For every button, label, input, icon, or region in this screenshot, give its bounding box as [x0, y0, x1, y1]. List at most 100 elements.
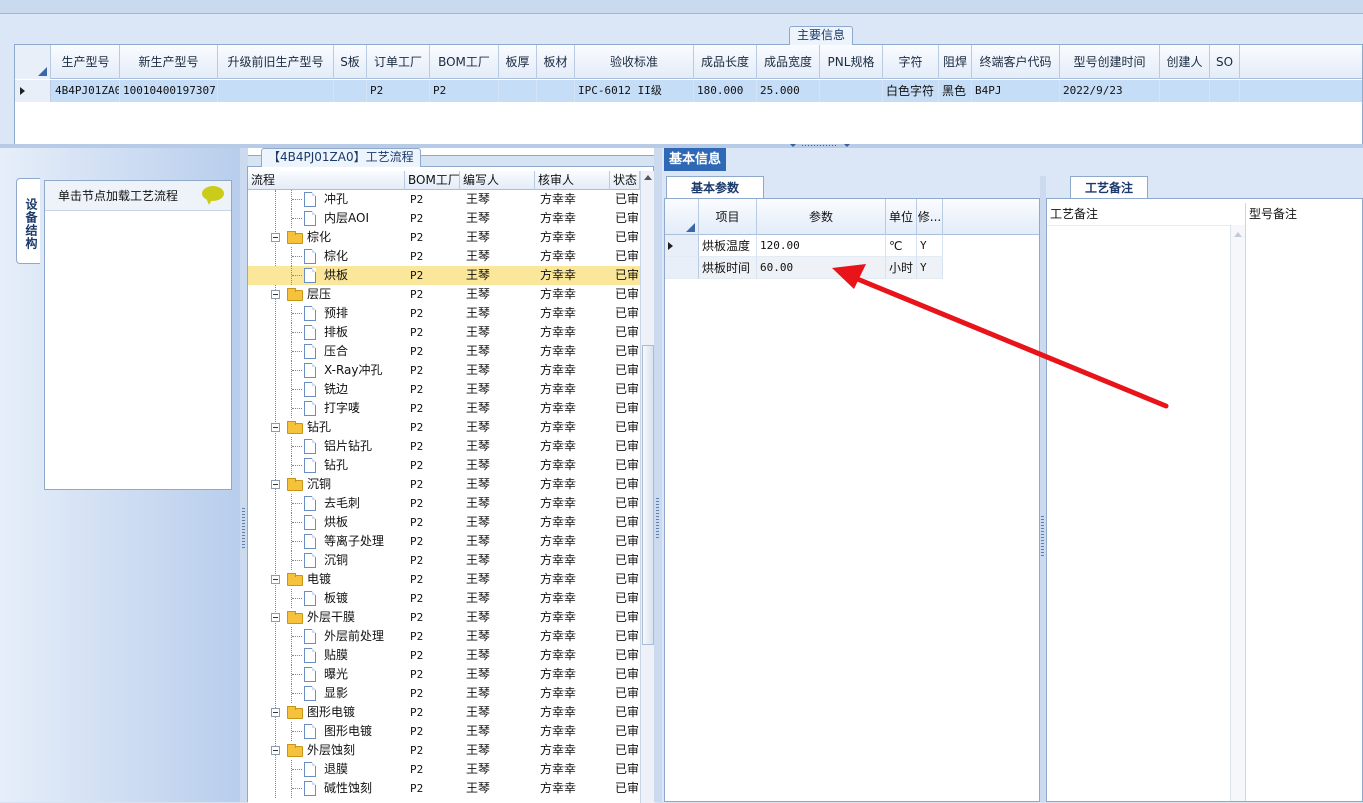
tree-node-label[interactable]: 打字唛: [324, 399, 405, 418]
column-header[interactable]: SO: [1210, 45, 1240, 79]
table-row[interactable]: 电镀 P2 王琴 方幸幸 已审: [248, 570, 640, 589]
collapse-icon[interactable]: [271, 290, 280, 299]
column-header[interactable]: 流程: [248, 171, 405, 190]
column-header[interactable]: 升级前旧生产型号: [218, 45, 334, 79]
collapse-icon[interactable]: [271, 746, 280, 755]
basic-info-tab[interactable]: 基本信息: [664, 148, 727, 171]
tree-node-label[interactable]: 图形电镀: [307, 703, 405, 722]
column-header[interactable]: PNL规格: [820, 45, 883, 79]
tree-node-label[interactable]: 碱性蚀刻: [324, 779, 405, 798]
device-structure-tab[interactable]: 设备结构: [16, 178, 40, 264]
column-header[interactable]: BOM工厂: [405, 171, 460, 190]
table-row[interactable]: 排板 P2 王琴 方幸幸 已审: [248, 323, 640, 342]
process-notes-tab[interactable]: 工艺备注: [1070, 176, 1148, 198]
column-header[interactable]: 阻焊: [939, 45, 972, 79]
process-flow-tab[interactable]: 【4B4PJ01ZA0】工艺流程: [261, 148, 421, 167]
row-indicator[interactable]: [665, 257, 699, 279]
middle-vertical-splitter[interactable]: [654, 148, 662, 802]
tree-node-label[interactable]: 棕化: [324, 247, 405, 266]
column-header[interactable]: 订单工厂: [367, 45, 430, 79]
table-row[interactable]: 冲孔 P2 王琴 方幸幸 已审: [248, 190, 640, 209]
table-row[interactable]: 烘板 P2 王琴 方幸幸 已审: [248, 266, 640, 285]
column-header[interactable]: S板: [334, 45, 367, 79]
tree-node-label[interactable]: 曝光: [324, 665, 405, 684]
basic-params-tab[interactable]: 基本参数: [666, 176, 764, 198]
table-row[interactable]: 外层干膜 P2 王琴 方幸幸 已审: [248, 608, 640, 627]
row-indicator[interactable]: [665, 235, 699, 257]
column-header[interactable]: 参数: [757, 199, 886, 235]
table-row[interactable]: 曝光 P2 王琴 方幸幸 已审: [248, 665, 640, 684]
tree-node-label[interactable]: 图形电镀: [324, 722, 405, 741]
table-row[interactable]: 图形电镀 P2 王琴 方幸幸 已审: [248, 703, 640, 722]
table-row[interactable]: 烘板 P2 王琴 方幸幸 已审: [248, 513, 640, 532]
column-header[interactable]: 终端客户代码: [972, 45, 1060, 79]
tree-node-label[interactable]: 等离子处理: [324, 532, 405, 551]
column-header[interactable]: 验收标准: [575, 45, 694, 79]
tree-node-label[interactable]: 外层前处理: [324, 627, 405, 646]
table-row[interactable]: 烘板时间 60.00 小时 Y: [665, 257, 1039, 279]
column-header[interactable]: 型号创建时间: [1060, 45, 1160, 79]
grid-corner-selector[interactable]: [15, 45, 51, 79]
table-row[interactable]: 钻孔 P2 王琴 方幸幸 已审: [248, 418, 640, 437]
table-row[interactable]: 图形电镀 P2 王琴 方幸幸 已审: [248, 722, 640, 741]
tree-node-label[interactable]: 钻孔: [324, 456, 405, 475]
table-row[interactable]: 铣边 P2 王琴 方幸幸 已审: [248, 380, 640, 399]
tree-node-label[interactable]: 电镀: [307, 570, 405, 589]
column-header[interactable]: 成品长度: [694, 45, 757, 79]
param-value-cell[interactable]: 60.00: [757, 257, 886, 279]
collapse-icon[interactable]: [271, 480, 280, 489]
tree-node-label[interactable]: 压合: [324, 342, 405, 361]
table-row[interactable]: 打字唛 P2 王琴 方幸幸 已审: [248, 399, 640, 418]
tree-node-label[interactable]: 显影: [324, 684, 405, 703]
param-value-cell[interactable]: 120.00: [757, 235, 886, 257]
table-row[interactable]: 钻孔 P2 王琴 方幸幸 已审: [248, 456, 640, 475]
tree-node-label[interactable]: 退膜: [324, 760, 405, 779]
process-tree-scrollbar[interactable]: [640, 171, 655, 803]
table-row[interactable]: 显影 P2 王琴 方幸幸 已审: [248, 684, 640, 703]
tree-node-label[interactable]: 内层AOI: [324, 209, 405, 228]
table-row[interactable]: 外层前处理 P2 王琴 方幸幸 已审: [248, 627, 640, 646]
table-row[interactable]: 等离子处理 P2 王琴 方幸幸 已审: [248, 532, 640, 551]
tree-node-label[interactable]: 外层干膜: [307, 608, 405, 627]
table-row[interactable]: 铝片钻孔 P2 王琴 方幸幸 已审: [248, 437, 640, 456]
collapse-icon[interactable]: [271, 708, 280, 717]
table-row[interactable]: 内层AOI P2 王琴 方幸幸 已审: [248, 209, 640, 228]
table-row[interactable]: 沉铜 P2 王琴 方幸幸 已审: [248, 551, 640, 570]
tree-node-label[interactable]: X-Ray冲孔: [324, 361, 405, 380]
table-row[interactable]: 压合 P2 王琴 方幸幸 已审: [248, 342, 640, 361]
column-header[interactable]: 板材: [537, 45, 575, 79]
tree-node-label[interactable]: 烘板: [324, 513, 405, 532]
scrollbar-thumb[interactable]: [642, 345, 654, 645]
column-header[interactable]: 字符: [883, 45, 939, 79]
tree-node-label[interactable]: 预排: [324, 304, 405, 323]
tree-node-label[interactable]: 棕化: [307, 228, 405, 247]
table-row[interactable]: 棕化 P2 王琴 方幸幸 已审: [248, 228, 640, 247]
main-info-tab[interactable]: 主要信息: [789, 26, 854, 45]
table-row[interactable]: 棕化 P2 王琴 方幸幸 已审: [248, 247, 640, 266]
column-header[interactable]: 新生产型号: [120, 45, 218, 79]
table-row[interactable]: 贴膜 P2 王琴 方幸幸 已审: [248, 646, 640, 665]
column-header[interactable]: BOM工厂: [430, 45, 499, 79]
grid-corner-selector[interactable]: [665, 199, 699, 235]
tree-node-label[interactable]: 冲孔: [324, 190, 405, 209]
collapse-icon[interactable]: [271, 613, 280, 622]
collapse-icon[interactable]: [271, 423, 280, 432]
tree-node-label[interactable]: 沉铜: [324, 551, 405, 570]
table-row[interactable]: 外层蚀刻 P2 王琴 方幸幸 已审: [248, 741, 640, 760]
column-header[interactable]: 状态: [610, 171, 640, 190]
column-header[interactable]: 生产型号: [52, 45, 120, 79]
tree-node-label[interactable]: 铝片钻孔: [324, 437, 405, 456]
tree-node-label[interactable]: 排板: [324, 323, 405, 342]
table-row[interactable]: 沉铜 P2 王琴 方幸幸 已审: [248, 475, 640, 494]
column-header[interactable]: 成品宽度: [757, 45, 820, 79]
column-header[interactable]: 板厚: [499, 45, 537, 79]
tree-node-label[interactable]: 钻孔: [307, 418, 405, 437]
table-row[interactable]: 退膜 P2 王琴 方幸幸 已审: [248, 760, 640, 779]
tree-node-label[interactable]: 层压: [307, 285, 405, 304]
table-row[interactable]: 层压 P2 王琴 方幸幸 已审: [248, 285, 640, 304]
column-header[interactable]: 项目: [699, 199, 757, 235]
table-row[interactable]: 去毛刺 P2 王琴 方幸幸 已审: [248, 494, 640, 513]
scroll-up-icon[interactable]: [1234, 232, 1242, 237]
tree-node-label[interactable]: 烘板: [324, 266, 405, 285]
notes-scrollbar[interactable]: [1230, 225, 1245, 801]
